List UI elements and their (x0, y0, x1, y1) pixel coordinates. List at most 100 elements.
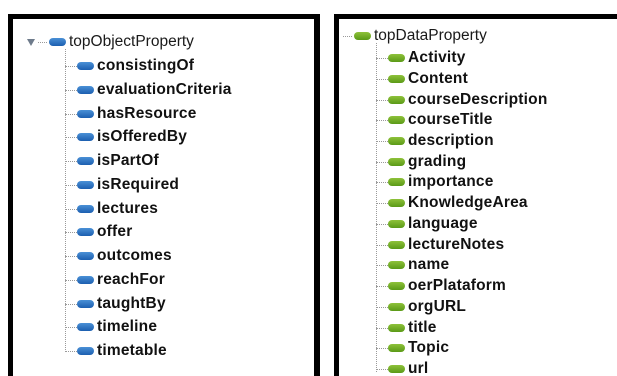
object-property-icon (77, 86, 94, 94)
data-property-icon (388, 282, 405, 290)
tree-item-label: isPartOf (97, 152, 159, 169)
tree-connector (65, 136, 77, 138)
tree-connector (65, 326, 77, 328)
tree-connector (376, 285, 388, 287)
object-property-icon (77, 300, 94, 308)
tree-connector (376, 161, 388, 163)
tree-item[interactable]: grading (376, 152, 466, 172)
tree-item[interactable]: Topic (376, 338, 449, 358)
tree-item[interactable]: courseTitle (376, 110, 493, 130)
tree-item[interactable]: outcomes (65, 246, 172, 266)
tree-connector (343, 35, 352, 37)
object-property-icon (77, 157, 94, 165)
tree-item-label: title (408, 319, 437, 336)
object-property-tree: topObjectProperty consistingOf evaluatio… (13, 19, 314, 376)
tree-connector (376, 264, 388, 266)
object-property-icon (77, 323, 94, 331)
object-property-icon (77, 347, 94, 355)
tree-connector (376, 244, 388, 246)
data-property-icon (388, 261, 405, 269)
tree-item-label: oerPlataform (408, 277, 507, 294)
data-property-tree: topDataProperty Activity Content courseD… (339, 19, 617, 376)
tree-connector (376, 327, 388, 329)
tree-item[interactable]: consistingOf (65, 56, 194, 76)
tree-item-label: language (408, 215, 478, 232)
tree-item-label: isOfferedBy (97, 128, 188, 145)
tree-root-top-object-property[interactable]: topObjectProperty (27, 33, 194, 51)
tree-item-label: importance (408, 173, 494, 190)
root-label: topObjectProperty (69, 33, 194, 50)
tree-item-label: Topic (408, 339, 450, 356)
tree-item[interactable]: Activity (376, 48, 466, 68)
data-property-panel: topDataProperty Activity Content courseD… (334, 14, 617, 376)
object-property-icon (77, 228, 94, 236)
tree-item[interactable]: importance (376, 172, 494, 192)
tree-item[interactable]: timeline (65, 317, 157, 337)
tree-item[interactable]: description (376, 131, 494, 151)
object-property-icon (77, 276, 94, 284)
tree-item[interactable]: isRequired (65, 175, 179, 195)
tree-connector (65, 255, 77, 257)
tree-item[interactable]: timetable (65, 341, 167, 361)
tree-connector (65, 208, 77, 210)
tree-connector (376, 57, 388, 59)
tree-connector (65, 279, 77, 281)
object-property-icon (77, 110, 94, 118)
data-property-icon (388, 241, 405, 249)
tree-item-label: orgURL (408, 298, 467, 315)
tree-item-label: courseDescription (408, 91, 548, 108)
data-property-icon (388, 137, 405, 145)
tree-item[interactable]: name (376, 255, 449, 275)
data-property-icon (388, 220, 405, 228)
object-property-icon (77, 205, 94, 213)
data-property-icon (388, 303, 405, 311)
data-property-icon (388, 324, 405, 332)
tree-item-label: isRequired (97, 176, 180, 193)
tree-root-top-data-property[interactable]: topDataProperty (343, 27, 487, 45)
tree-item-label: grading (408, 153, 467, 170)
tree-item[interactable]: taughtBy (65, 294, 166, 314)
object-property-icon (77, 133, 94, 141)
tree-item[interactable]: offer (65, 222, 132, 242)
tree-item[interactable]: lectures (65, 199, 158, 219)
tree-connector (376, 347, 388, 349)
object-property-icon (49, 38, 66, 46)
tree-item-label: outcomes (97, 247, 172, 264)
tree-connector (376, 181, 388, 183)
tree-item[interactable]: lectureNotes (376, 235, 504, 255)
tree-item[interactable]: evaluationCriteria (65, 80, 232, 100)
data-property-icon (388, 116, 405, 124)
tree-item-label: name (408, 256, 450, 273)
tree-item[interactable]: oerPlataform (376, 276, 506, 296)
data-property-icon (388, 75, 405, 83)
tree-item[interactable]: reachFor (65, 270, 165, 290)
tree-item[interactable]: courseDescription (376, 90, 548, 110)
tree-connector (376, 140, 388, 142)
data-property-icon (388, 96, 405, 104)
tree-item-label: url (408, 360, 429, 376)
tree-item[interactable]: language (376, 214, 478, 234)
tree-connector (65, 65, 77, 67)
expand-toggle-icon[interactable] (27, 38, 35, 46)
data-property-icon (388, 54, 405, 62)
tree-item-label: courseTitle (408, 111, 493, 128)
tree-item[interactable]: isOfferedBy (65, 127, 187, 147)
tree-item-label: lectures (97, 200, 159, 217)
tree-item-label: evaluationCriteria (97, 81, 232, 98)
tree-item[interactable]: Content (376, 69, 468, 89)
tree-item-label: Content (408, 70, 468, 87)
tree-item[interactable]: hasResource (65, 104, 197, 124)
tree-item-label: description (408, 132, 494, 149)
data-property-icon (388, 344, 405, 352)
tree-item[interactable]: isPartOf (65, 151, 159, 171)
tree-item[interactable]: KnowledgeArea (376, 193, 528, 213)
tree-connector (65, 231, 77, 233)
tree-item-label: KnowledgeArea (408, 194, 528, 211)
tree-item[interactable]: orgURL (376, 297, 466, 317)
tree-connector (376, 78, 388, 80)
tree-item-label: offer (97, 223, 133, 240)
data-property-icon (388, 178, 405, 186)
tree-item[interactable]: url (376, 359, 428, 376)
tree-item-label: hasResource (97, 105, 197, 122)
tree-item[interactable]: title (376, 318, 437, 338)
